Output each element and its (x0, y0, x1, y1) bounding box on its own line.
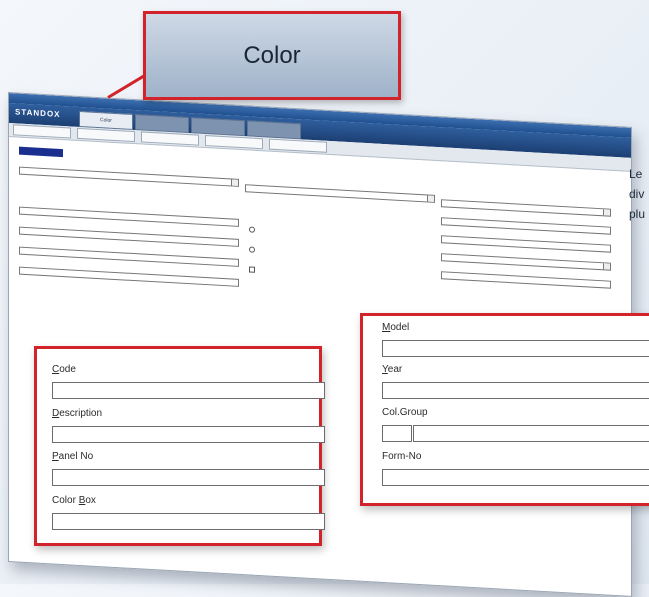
side-text-line-2: div (629, 187, 645, 201)
toolbar-button-4[interactable] (205, 135, 263, 150)
chevron-down-icon[interactable] (427, 195, 434, 202)
toolbar-button-1[interactable] (13, 124, 71, 139)
form-no-label: Form-No (382, 451, 422, 462)
combo-2[interactable] (245, 184, 435, 203)
color-tab-callout-label: Color (243, 41, 301, 69)
selected-value-field[interactable] (19, 146, 63, 158)
toolbar-button-3[interactable] (141, 131, 199, 146)
code-input[interactable] (52, 382, 325, 399)
toolbar-button-5[interactable] (269, 138, 327, 153)
chevron-down-icon[interactable] (603, 209, 610, 216)
form-no-input[interactable] (382, 469, 649, 486)
checkbox-option[interactable] (249, 266, 257, 272)
col-group-label: Col.Group (382, 407, 428, 418)
color-box-label: Color Box (52, 495, 96, 506)
description-label: Description (52, 408, 103, 419)
combo-1[interactable] (19, 166, 239, 187)
panel-no-input[interactable] (52, 469, 325, 486)
mini-year-field[interactable] (441, 235, 611, 253)
mini-description-field[interactable] (19, 226, 239, 247)
mini-model-field[interactable] (441, 217, 611, 235)
model-label: Model (382, 322, 410, 333)
color-box-input[interactable] (52, 513, 325, 530)
combo-3[interactable] (441, 199, 611, 217)
mini-code-field[interactable] (19, 206, 239, 227)
mini-panel-field[interactable] (19, 246, 239, 267)
mini-formno-field[interactable] (441, 271, 611, 289)
year-label: Year (382, 364, 403, 375)
chevron-down-icon[interactable] (231, 179, 238, 186)
code-label: Code (52, 364, 76, 375)
zoom-panel-left: Code Description Panel No Color Box (34, 346, 325, 546)
col-group-select[interactable] (382, 425, 412, 442)
mini-colgroup-field[interactable] (441, 253, 611, 271)
toolbar-button-2[interactable] (77, 127, 135, 143)
chevron-down-icon[interactable] (603, 263, 610, 270)
side-text-line-1: Le (629, 167, 643, 181)
standox-logo: STANDOX (15, 107, 61, 119)
color-tab-callout: Color (143, 11, 401, 100)
panel-no-label: Panel No (52, 451, 94, 462)
col-group-input[interactable] (413, 425, 649, 442)
radio-option-1[interactable] (249, 226, 257, 232)
radio-option-2[interactable] (249, 246, 257, 252)
model-input[interactable] (382, 340, 649, 357)
side-description-text: Le div plu (629, 164, 645, 224)
mini-colorbox-field[interactable] (19, 266, 239, 287)
zoom-panel-right: Model Year Col.Group Form-No (360, 313, 649, 506)
description-input[interactable] (52, 426, 325, 443)
side-text-line-3: plu (629, 207, 646, 221)
year-input[interactable] (382, 382, 649, 399)
